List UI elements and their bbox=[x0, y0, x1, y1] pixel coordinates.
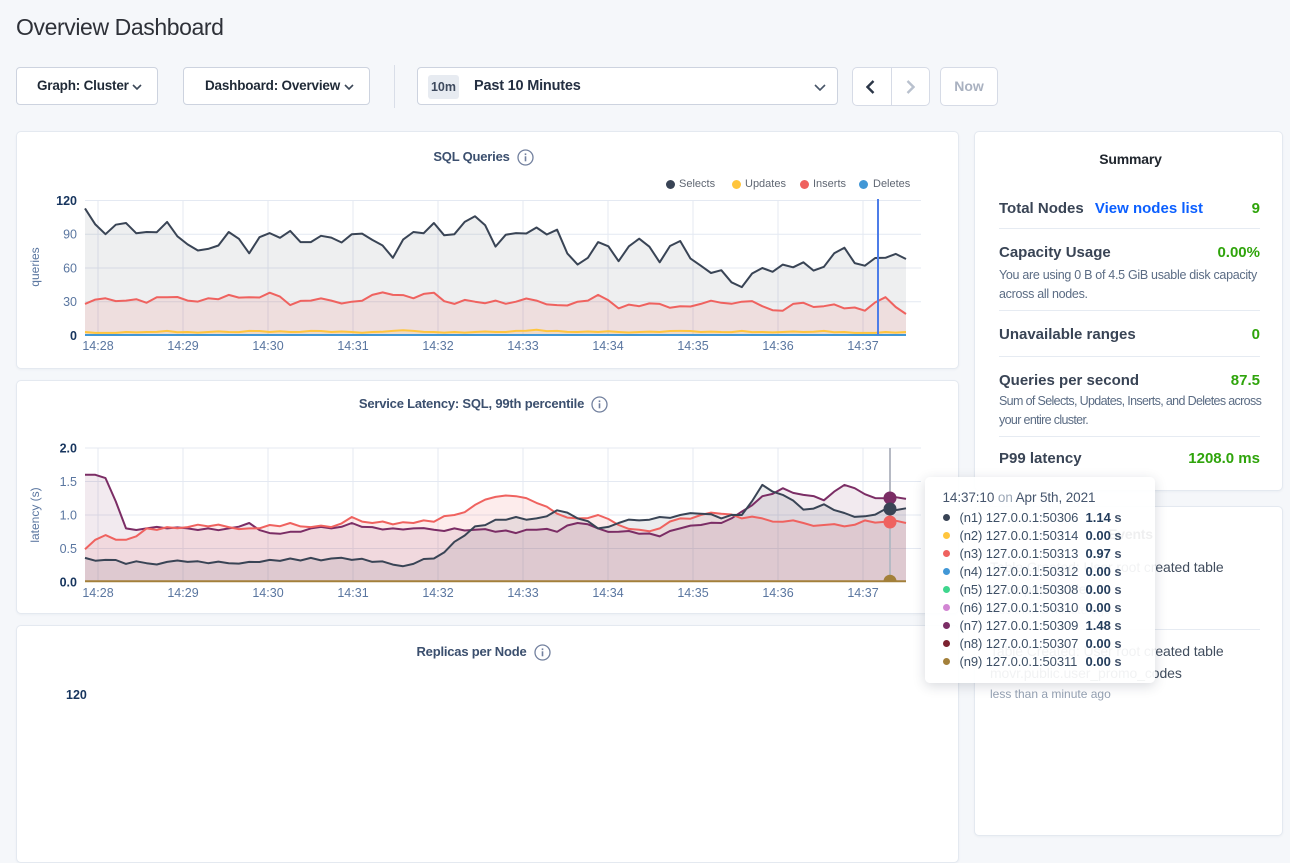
svg-text:14:36: 14:36 bbox=[762, 339, 793, 353]
svg-text:14:28: 14:28 bbox=[82, 586, 113, 600]
svg-text:14:29: 14:29 bbox=[167, 339, 198, 353]
svg-text:queries: queries bbox=[28, 247, 42, 286]
svg-text:0.0: 0.0 bbox=[60, 576, 77, 590]
svg-text:14:33: 14:33 bbox=[507, 586, 538, 600]
svg-text:14:29: 14:29 bbox=[167, 586, 198, 600]
svg-text:14:36: 14:36 bbox=[762, 586, 793, 600]
svg-text:latency (s): latency (s) bbox=[28, 487, 42, 542]
svg-text:14:30: 14:30 bbox=[252, 586, 283, 600]
svg-text:14:35: 14:35 bbox=[677, 339, 708, 353]
svg-text:14:31: 14:31 bbox=[337, 586, 368, 600]
svg-text:14:32: 14:32 bbox=[422, 586, 453, 600]
svg-text:14:30: 14:30 bbox=[252, 339, 283, 353]
svg-text:0: 0 bbox=[70, 329, 77, 343]
svg-text:14:34: 14:34 bbox=[592, 586, 623, 600]
svg-text:2.0: 2.0 bbox=[60, 442, 77, 456]
svg-text:1.0: 1.0 bbox=[60, 509, 77, 523]
svg-text:14:35: 14:35 bbox=[677, 586, 708, 600]
svg-text:14:34: 14:34 bbox=[592, 339, 623, 353]
svg-text:120: 120 bbox=[56, 194, 77, 208]
svg-text:60: 60 bbox=[63, 262, 77, 276]
svg-text:14:37: 14:37 bbox=[847, 339, 878, 353]
svg-text:30: 30 bbox=[63, 295, 77, 309]
svg-text:14:32: 14:32 bbox=[422, 339, 453, 353]
svg-text:0.5: 0.5 bbox=[60, 542, 77, 556]
svg-text:14:33: 14:33 bbox=[507, 339, 538, 353]
svg-text:14:28: 14:28 bbox=[82, 339, 113, 353]
svg-text:14:37: 14:37 bbox=[847, 586, 878, 600]
svg-text:90: 90 bbox=[63, 228, 77, 242]
svg-text:1.5: 1.5 bbox=[60, 475, 77, 489]
svg-text:14:31: 14:31 bbox=[337, 339, 368, 353]
